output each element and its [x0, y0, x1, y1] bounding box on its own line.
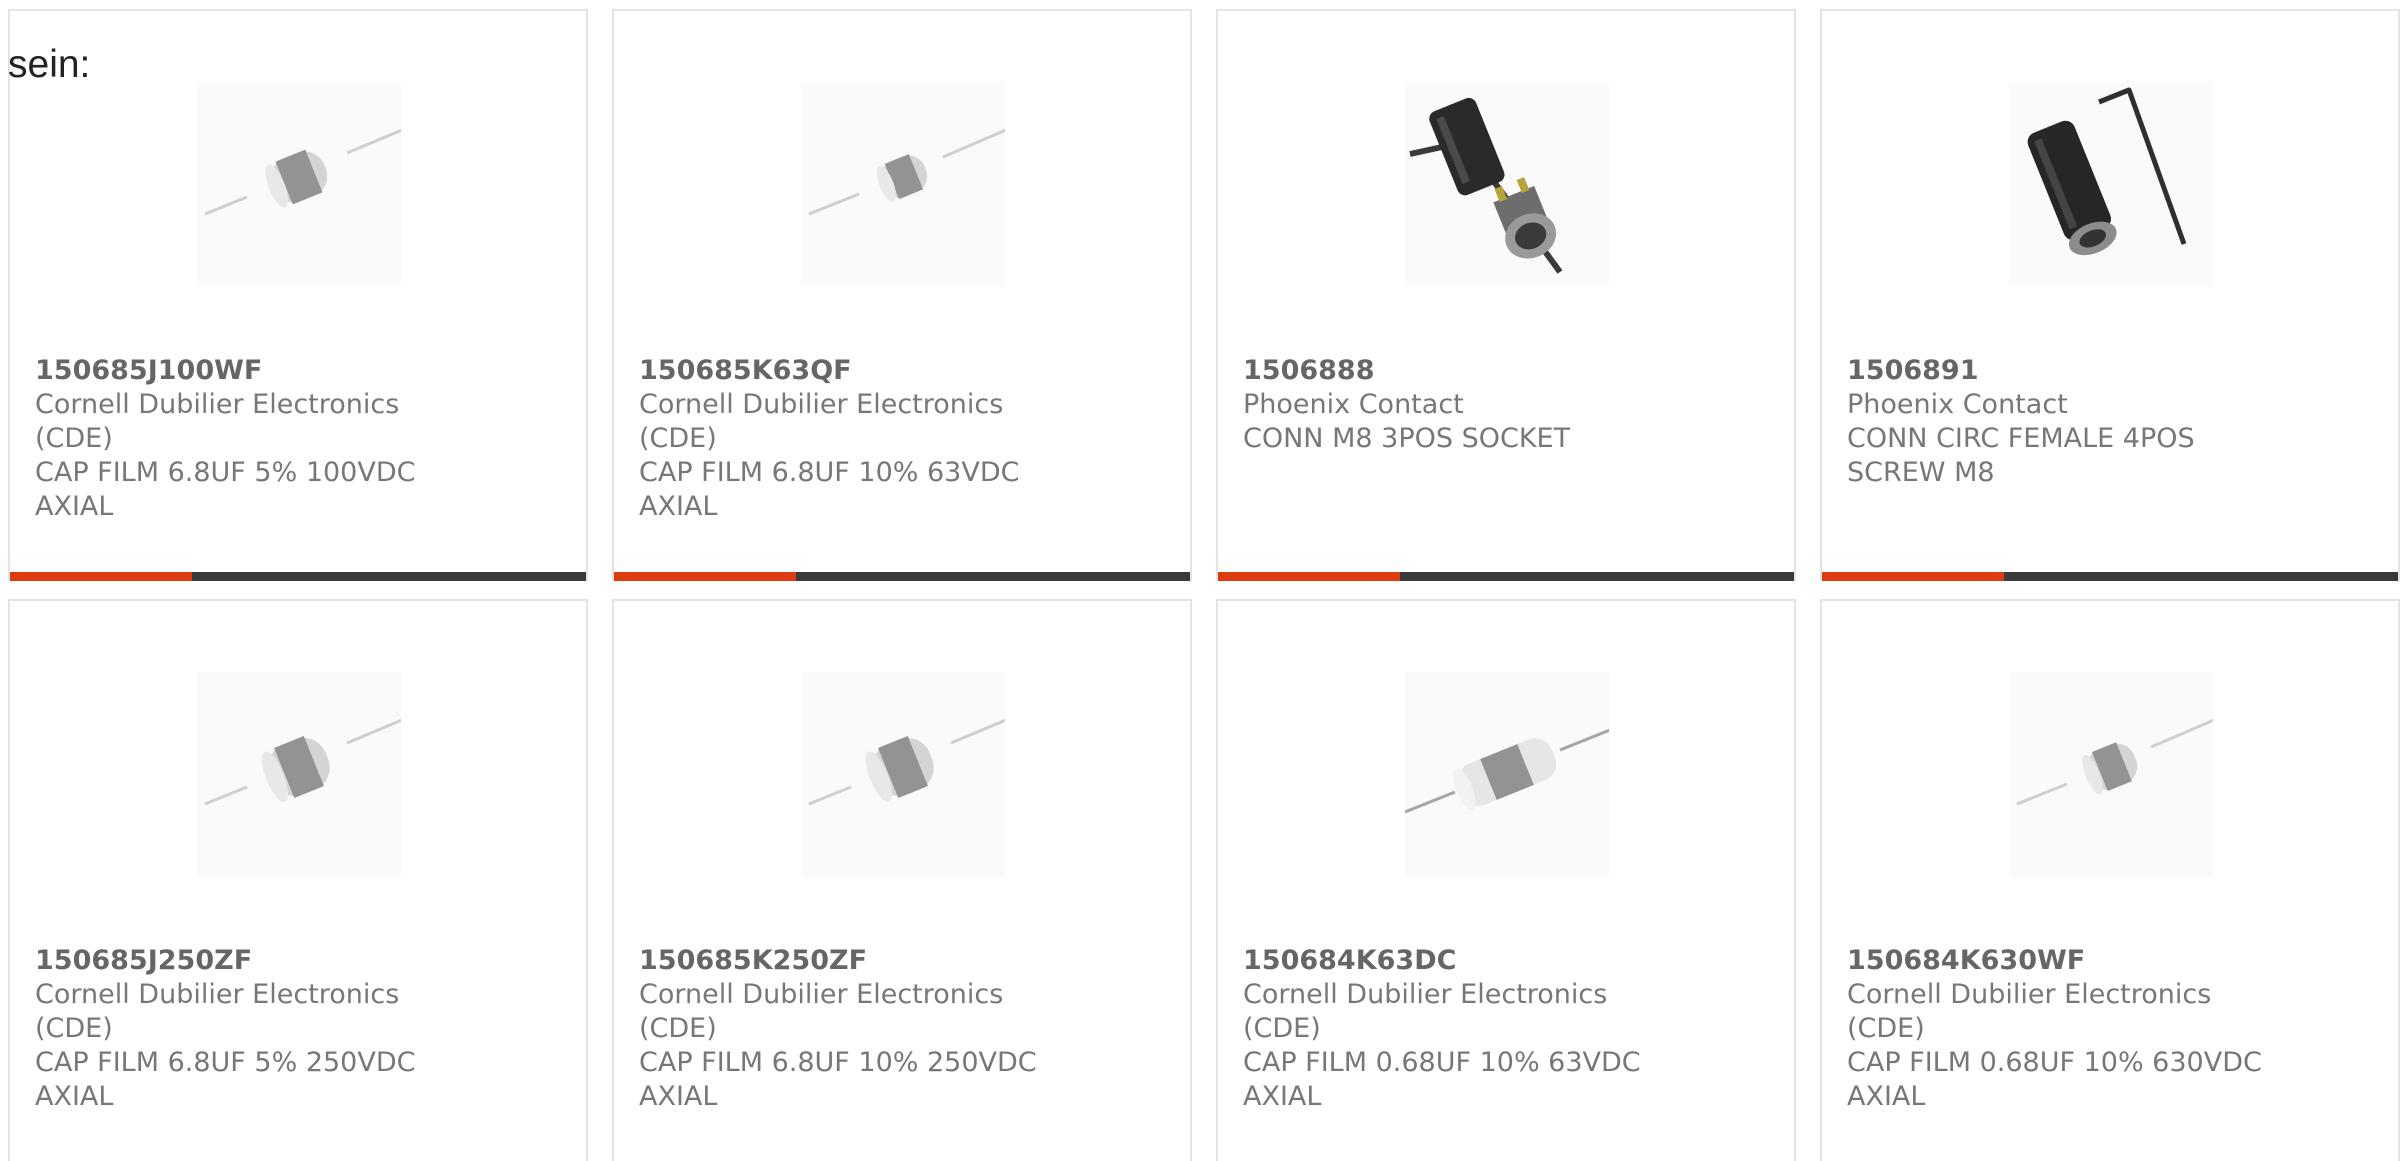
card-accent: [10, 572, 192, 581]
card-footer-bar: [1822, 572, 2398, 581]
axial-capacitor-icon: [197, 672, 401, 876]
product-card[interactable]: 1506888 Phoenix Contact CONN M8 3POS SOC…: [1216, 9, 1796, 581]
manufacturer: Phoenix Contact: [1847, 389, 2068, 420]
description: CAP FILM 0.68UF 10% 630VDC AXIAL: [1847, 1047, 2262, 1112]
description: CAP FILM 6.8UF 10% 250VDC AXIAL: [639, 1047, 1037, 1112]
product-card[interactable]: 150685K63QF Cornell Dubilier Electronics…: [612, 9, 1192, 581]
manufacturer: Cornell Dubilier Electronics (CDE): [35, 979, 400, 1044]
description: CONN CIRC FEMALE 4POS SCREW M8: [1847, 423, 2195, 488]
product-card[interactable]: 150685J100WF Cornell Dubilier Electronic…: [8, 9, 588, 581]
part-number: 150685K250ZF: [639, 945, 868, 976]
m8-connector-icon: [1405, 82, 1609, 286]
product-card[interactable]: 150685J250ZF Cornell Dubilier Electronic…: [8, 599, 588, 1161]
circular-connector-icon: [2009, 82, 2213, 286]
part-number: 150685J100WF: [35, 355, 263, 386]
card-accent: [1218, 572, 1400, 581]
manufacturer: Cornell Dubilier Electronics (CDE): [35, 389, 400, 454]
description: CAP FILM 6.8UF 10% 63VDC AXIAL: [639, 457, 1020, 522]
description: CONN M8 3POS SOCKET: [1243, 423, 1571, 454]
manufacturer: Cornell Dubilier Electronics (CDE): [639, 389, 1004, 454]
axial-capacitor-icon: [801, 82, 1005, 286]
part-number: 150685K63QF: [639, 355, 852, 386]
card-accent: [614, 572, 796, 581]
axial-capacitor-icon: [2009, 672, 2213, 876]
axial-capacitor-icon: [1405, 672, 1609, 876]
manufacturer: Cornell Dubilier Electronics (CDE): [639, 979, 1004, 1044]
part-number: 150685J250ZF: [35, 945, 253, 976]
card-footer-bar: [614, 572, 1190, 581]
product-card[interactable]: 150685K250ZF Cornell Dubilier Electronic…: [612, 599, 1192, 1161]
card-footer-bar: [10, 572, 586, 581]
description: CAP FILM 6.8UF 5% 100VDC AXIAL: [35, 457, 416, 522]
manufacturer: Phoenix Contact: [1243, 389, 1464, 420]
axial-capacitor-icon: [197, 82, 401, 286]
card-accent: [1822, 572, 2004, 581]
part-number: 1506888: [1243, 355, 1375, 386]
description: CAP FILM 0.68UF 10% 63VDC AXIAL: [1243, 1047, 1641, 1112]
part-number: 150684K63DC: [1243, 945, 1457, 976]
product-card[interactable]: 1506891 Phoenix Contact CONN CIRC FEMALE…: [1820, 9, 2400, 581]
manufacturer: Cornell Dubilier Electronics (CDE): [1847, 979, 2212, 1044]
manufacturer: Cornell Dubilier Electronics (CDE): [1243, 979, 1608, 1044]
part-number: 1506891: [1847, 355, 1979, 386]
description: CAP FILM 6.8UF 5% 250VDC AXIAL: [35, 1047, 416, 1112]
intro-text: sein:: [8, 43, 91, 86]
product-card[interactable]: 150684K63DC Cornell Dubilier Electronics…: [1216, 599, 1796, 1161]
axial-capacitor-icon: [801, 672, 1005, 876]
card-footer-bar: [1218, 572, 1794, 581]
part-number: 150684K630WF: [1847, 945, 2086, 976]
product-card[interactable]: 150684K630WF Cornell Dubilier Electronic…: [1820, 599, 2400, 1161]
